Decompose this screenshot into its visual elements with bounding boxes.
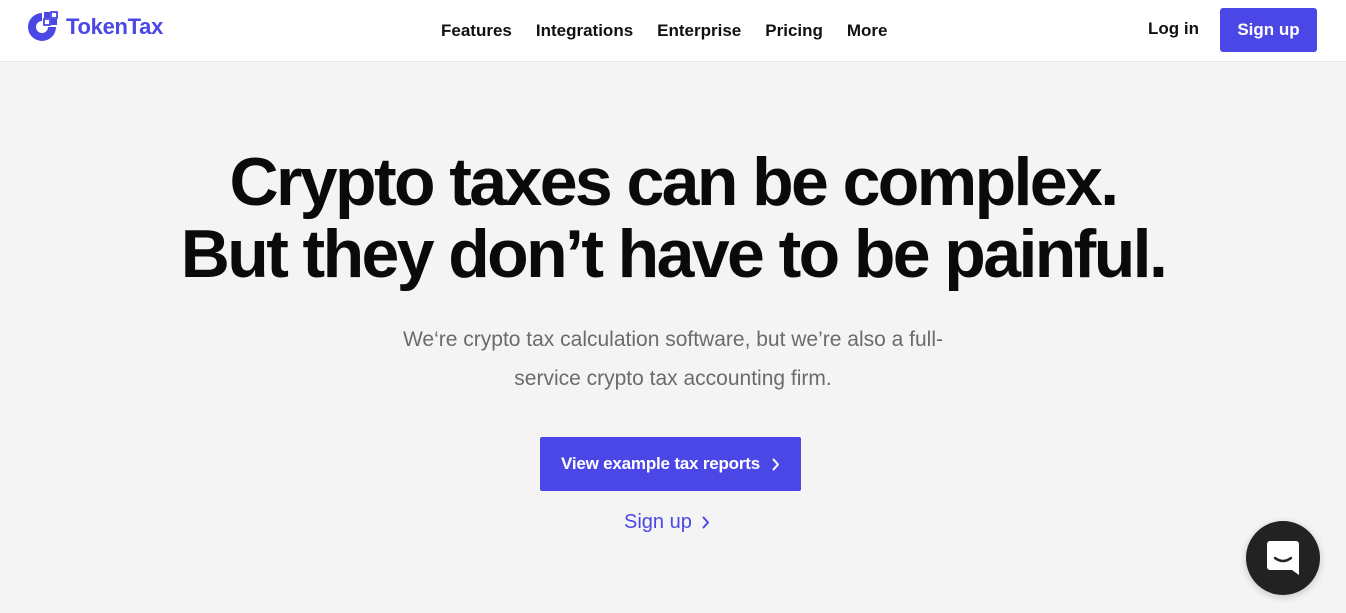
- hero-signup-label: Sign up: [624, 510, 692, 533]
- view-example-reports-button[interactable]: View example tax reports: [540, 437, 801, 491]
- chat-bubble-icon: [1267, 541, 1299, 575]
- nav-item-integrations[interactable]: Integrations: [536, 21, 633, 41]
- login-link[interactable]: Log in: [1148, 19, 1199, 39]
- hero-title: Crypto taxes can be complex. But they do…: [0, 146, 1346, 290]
- nav-item-pricing[interactable]: Pricing: [765, 21, 823, 41]
- hero-subtitle: We‘re crypto tax calculation software, b…: [402, 328, 943, 390]
- nav-item-features[interactable]: Features: [441, 21, 512, 41]
- chevron-right-icon: [772, 458, 779, 470]
- brand-logo-link[interactable]: TokenTax: [24, 10, 163, 44]
- main-nav: Features Integrations Enterprise Pricing…: [441, 19, 888, 43]
- top-navigation-bar: TokenTax Features Integrations Enterpris…: [0, 0, 1346, 62]
- nav-item-enterprise[interactable]: Enterprise: [657, 21, 741, 41]
- cta-label: View example tax reports: [561, 454, 760, 473]
- hero-signup-link[interactable]: Sign up: [624, 509, 710, 535]
- chat-widget-button[interactable]: [1246, 521, 1320, 595]
- brand-name: TokenTax: [66, 14, 164, 39]
- chevron-right-icon: [702, 516, 709, 528]
- signup-button[interactable]: Sign up: [1220, 8, 1317, 52]
- hero-title-line-1: Crypto taxes can be complex.: [229, 144, 1119, 220]
- tokentax-logo-icon: [28, 11, 58, 41]
- nav-item-more[interactable]: More: [847, 21, 888, 41]
- hero-title-line-2: But they don’t have to be painful.: [180, 216, 1168, 292]
